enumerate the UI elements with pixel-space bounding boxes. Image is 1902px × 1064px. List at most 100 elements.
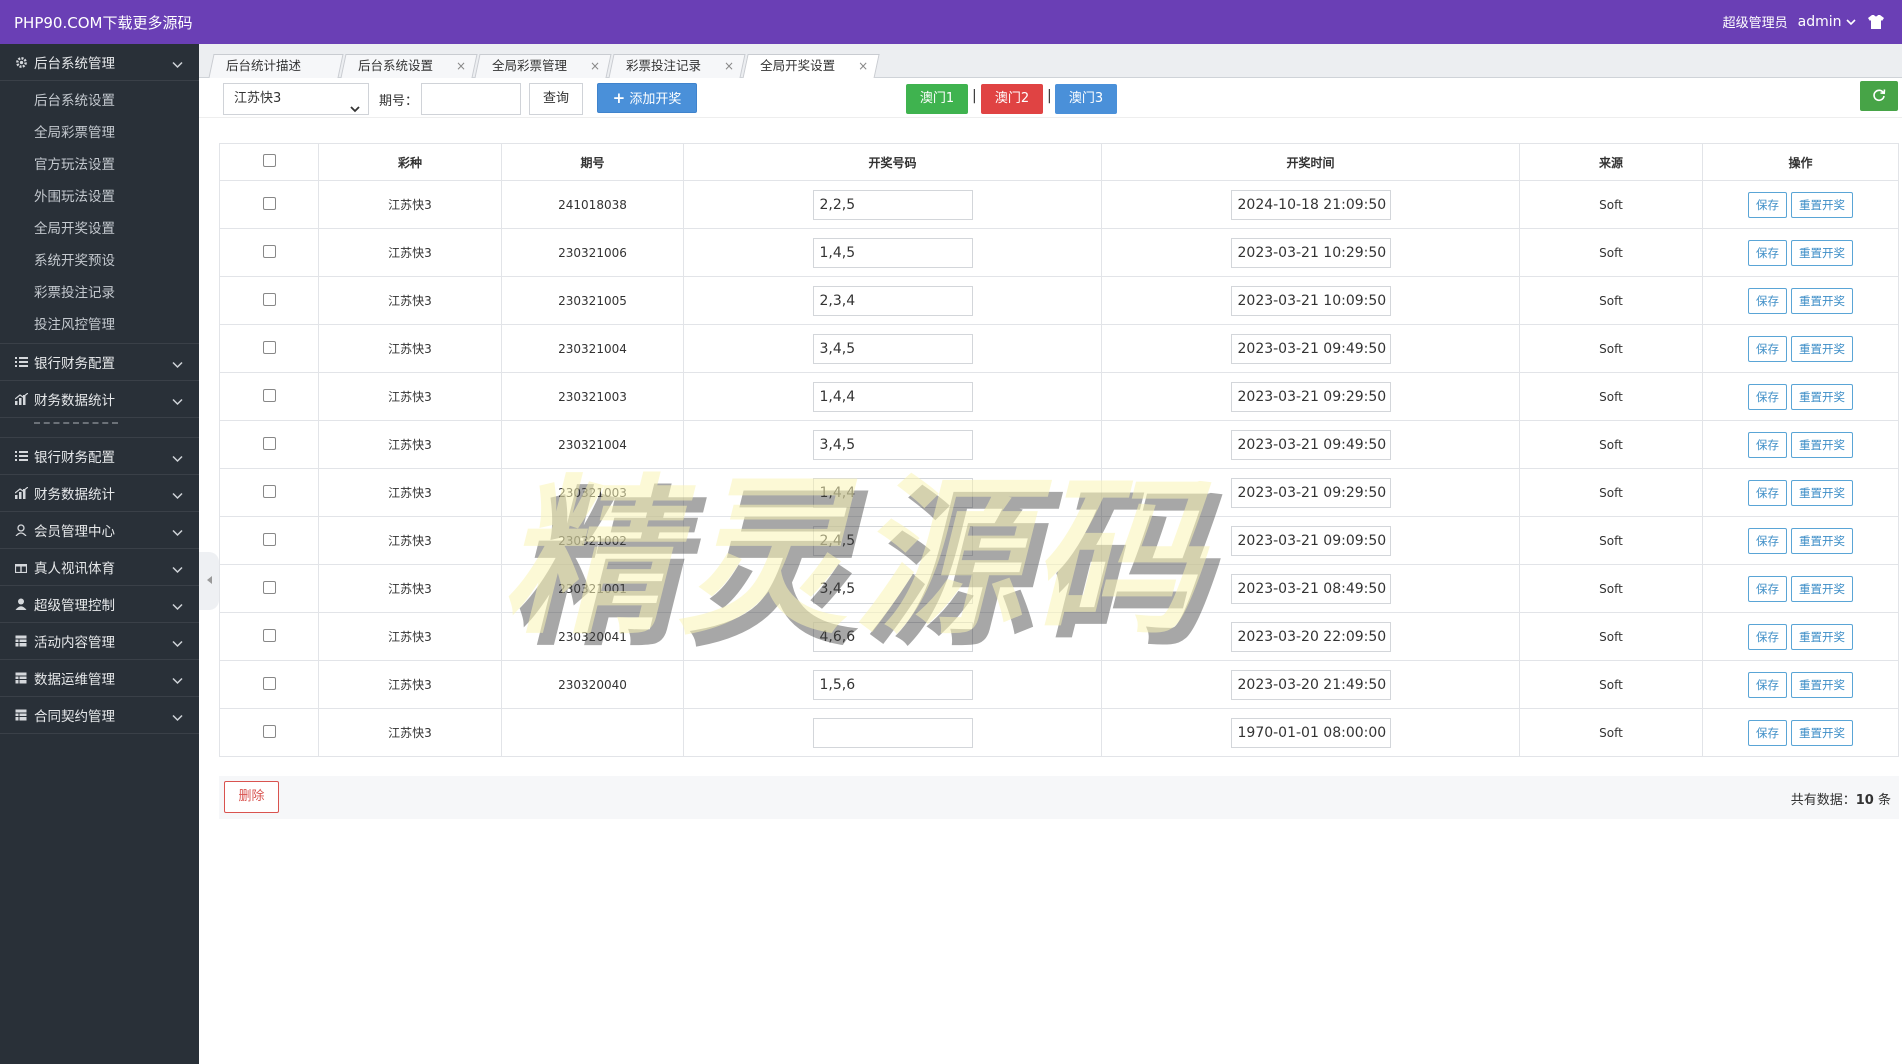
time-input[interactable]	[1230, 477, 1391, 508]
sidebar-group-bank-finance[interactable]: 银行财务配置	[0, 344, 199, 381]
time-input[interactable]	[1230, 621, 1391, 652]
numbers-input[interactable]	[812, 573, 973, 604]
close-icon[interactable]: ×	[858, 55, 868, 77]
save-button[interactable]: 保存	[1748, 719, 1787, 746]
refresh-button[interactable]	[1860, 81, 1898, 111]
numbers-input[interactable]	[812, 525, 973, 556]
query-button[interactable]: 查询	[529, 83, 583, 115]
sidebar-group-contract[interactable]: 合同契约管理	[0, 697, 199, 734]
shirt-icon[interactable]	[1866, 14, 1886, 30]
sidebar-group-member-center[interactable]: 会员管理中心	[0, 512, 199, 549]
sidebar-group-live-sports[interactable]: 真人视讯体育	[0, 549, 199, 586]
issue-input[interactable]	[421, 83, 521, 115]
close-icon[interactable]: ×	[590, 55, 600, 77]
save-button[interactable]: 保存	[1748, 335, 1787, 362]
brand-title[interactable]: PHP90.COM下载更多源码	[14, 12, 192, 33]
redraw-button[interactable]: 重置开奖	[1791, 479, 1853, 506]
save-button[interactable]: 保存	[1748, 479, 1787, 506]
time-input[interactable]	[1230, 717, 1391, 748]
chevron-down-icon[interactable]	[172, 710, 183, 726]
time-input[interactable]	[1230, 285, 1391, 316]
numbers-input[interactable]	[812, 429, 973, 460]
time-input[interactable]	[1230, 381, 1391, 412]
sidebar-group-data-ops[interactable]: 数据运维管理	[0, 660, 199, 697]
sidebar-group-activity-content[interactable]: 活动内容管理	[0, 623, 199, 660]
delete-button[interactable]: 删除	[224, 781, 279, 813]
redraw-button[interactable]: 重置开奖	[1791, 671, 1853, 698]
redraw-button[interactable]: 重置开奖	[1791, 383, 1853, 410]
numbers-input[interactable]	[812, 717, 973, 748]
sidebar-collapse-handle[interactable]	[199, 552, 219, 610]
numbers-input[interactable]	[812, 477, 973, 508]
numbers-input[interactable]	[812, 189, 973, 220]
save-button[interactable]: 保存	[1748, 383, 1787, 410]
chevron-down-icon[interactable]	[172, 57, 183, 73]
row-checkbox[interactable]	[262, 724, 276, 738]
row-checkbox[interactable]	[262, 484, 276, 498]
chevron-down-icon[interactable]	[172, 488, 183, 504]
sidebar-group-finance-stats[interactable]: 财务数据统计	[0, 381, 199, 418]
redraw-button[interactable]: 重置开奖	[1791, 527, 1853, 554]
row-checkbox[interactable]	[262, 628, 276, 642]
close-icon[interactable]: ×	[724, 55, 734, 77]
sidebar-item-global-draw[interactable]: 全局开奖设置	[0, 213, 199, 245]
row-checkbox[interactable]	[262, 292, 276, 306]
time-input[interactable]	[1230, 189, 1391, 220]
macau2-button[interactable]: 澳门2	[981, 84, 1043, 114]
save-button[interactable]: 保存	[1748, 575, 1787, 602]
chevron-down-icon[interactable]	[1846, 14, 1856, 30]
sidebar-item-bet-records[interactable]: 彩票投注记录	[0, 277, 199, 309]
time-input[interactable]	[1230, 429, 1391, 460]
row-checkbox[interactable]	[262, 436, 276, 450]
sidebar-item-risk-control[interactable]: 投注风控管理	[0, 309, 199, 341]
chevron-down-icon[interactable]	[172, 673, 183, 689]
chevron-down-icon[interactable]	[350, 95, 360, 125]
numbers-input[interactable]	[812, 285, 973, 316]
time-input[interactable]	[1230, 669, 1391, 700]
save-button[interactable]: 保存	[1748, 191, 1787, 218]
lottery-select[interactable]: 江苏快3	[223, 83, 369, 115]
redraw-button[interactable]: 重置开奖	[1791, 575, 1853, 602]
chevron-down-icon[interactable]	[172, 525, 183, 541]
numbers-input[interactable]	[812, 333, 973, 364]
redraw-button[interactable]: 重置开奖	[1791, 287, 1853, 314]
chevron-down-icon[interactable]	[172, 562, 183, 578]
chevron-down-icon[interactable]	[172, 357, 183, 373]
chevron-down-icon[interactable]	[172, 394, 183, 410]
sidebar-group-bank-finance-2[interactable]: 银行财务配置	[0, 438, 199, 475]
user-menu[interactable]: admin	[1798, 14, 1856, 30]
redraw-button[interactable]: 重置开奖	[1791, 335, 1853, 362]
tab-global-draw[interactable]: 全局开奖设置 ×	[742, 54, 880, 79]
tab-stats-desc[interactable]: 后台统计描述	[208, 54, 344, 78]
sidebar-item-draw-preset[interactable]: 系统开奖预设	[0, 245, 199, 277]
tab-lottery-manage[interactable]: 全局彩票管理 ×	[474, 54, 612, 78]
sidebar-group-super-admin[interactable]: 超级管理控制	[0, 586, 199, 623]
redraw-button[interactable]: 重置开奖	[1791, 239, 1853, 266]
row-checkbox[interactable]	[262, 196, 276, 210]
time-input[interactable]	[1230, 333, 1391, 364]
redraw-button[interactable]: 重置开奖	[1791, 623, 1853, 650]
redraw-button[interactable]: 重置开奖	[1791, 191, 1853, 218]
sidebar-item-lottery-manage[interactable]: 全局彩票管理	[0, 117, 199, 149]
row-checkbox[interactable]	[262, 532, 276, 546]
numbers-input[interactable]	[812, 669, 973, 700]
tab-bet-records[interactable]: 彩票投注记录 ×	[608, 54, 746, 78]
chevron-down-icon[interactable]	[172, 636, 183, 652]
save-button[interactable]: 保存	[1748, 431, 1787, 458]
sidebar-item-outer-play[interactable]: 外围玩法设置	[0, 181, 199, 213]
sidebar-group-system[interactable]: 后台系统管理	[0, 44, 199, 81]
redraw-button[interactable]: 重置开奖	[1791, 431, 1853, 458]
row-checkbox[interactable]	[262, 388, 276, 402]
numbers-input[interactable]	[812, 381, 973, 412]
close-icon[interactable]: ×	[456, 55, 466, 77]
row-checkbox[interactable]	[262, 580, 276, 594]
time-input[interactable]	[1230, 573, 1391, 604]
save-button[interactable]: 保存	[1748, 671, 1787, 698]
macau3-button[interactable]: 澳门3	[1055, 84, 1117, 114]
chevron-down-icon[interactable]	[172, 451, 183, 467]
select-all-checkbox[interactable]	[262, 154, 276, 167]
row-checkbox[interactable]	[262, 676, 276, 690]
chevron-left-icon[interactable]	[206, 574, 213, 588]
add-draw-button[interactable]: + 添加开奖	[597, 83, 697, 113]
save-button[interactable]: 保存	[1748, 623, 1787, 650]
